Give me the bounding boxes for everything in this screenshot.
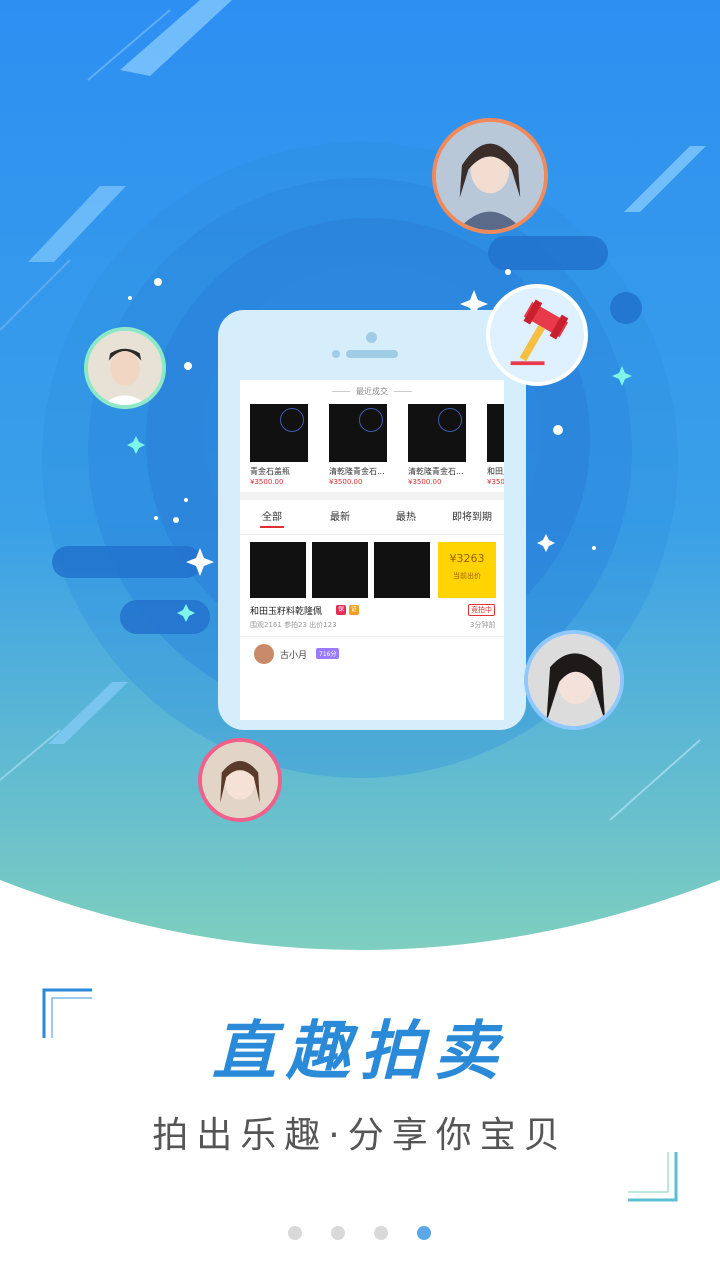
page-dot[interactable] (374, 1226, 388, 1240)
sold-stamp-icon (280, 408, 304, 432)
listing-image[interactable] (312, 542, 368, 598)
recent-deals-title: 最近成交 (240, 386, 504, 397)
tab-newest[interactable]: 最新 (330, 508, 350, 523)
tab-all[interactable]: 全部 (262, 508, 282, 523)
phone-screen: 最近成交 青金石盖瓶 ¥3500.00 清乾隆青金石... ¥3500.00 清… (240, 380, 504, 720)
phone-mockup: 最近成交 青金石盖瓶 ¥3500.00 清乾隆青金石... ¥3500.00 清… (218, 310, 526, 730)
current-bid-label: 当前出价 (453, 572, 481, 580)
current-bid-price: ¥3263 (449, 552, 485, 565)
phone-camera (366, 332, 377, 343)
recent-item-price: ¥3500 (487, 478, 504, 486)
current-bid-box[interactable]: ¥3263 当前出价 (438, 542, 496, 598)
phone-sensor (332, 350, 340, 358)
auction-status-badge: 竞拍中 (468, 604, 495, 616)
recent-item-price: ¥3500.00 (329, 478, 363, 486)
recent-item-price: ¥3500.00 (250, 478, 284, 486)
user-avatar (198, 738, 282, 822)
seller-name[interactable]: 古小月 (280, 648, 307, 661)
tab-hottest[interactable]: 最热 (396, 508, 416, 523)
tagline: 拍出乐趣·分享你宝贝 (152, 1115, 568, 1156)
user-avatar (432, 118, 548, 234)
listing-image[interactable] (250, 542, 306, 598)
recent-item-name: 和田玉 (487, 467, 504, 476)
row-separator (240, 636, 504, 637)
sold-stamp-icon (359, 408, 383, 432)
tab-separator (240, 534, 504, 535)
recent-item-image[interactable] (329, 404, 387, 462)
auction-gavel-icon (486, 284, 588, 386)
page-indicator (0, 1226, 720, 1240)
phone-speaker (346, 350, 398, 358)
headline: 直趣拍卖 (212, 1014, 508, 1089)
user-avatar (524, 630, 624, 730)
listing-title[interactable]: 和田玉籽料乾隆佩 (250, 604, 322, 617)
recent-item-image[interactable] (487, 404, 504, 462)
listing-stats: 围观2161 参拍23 出价123 (250, 621, 337, 629)
guarantee-badge: 保 (336, 605, 346, 615)
listing-image[interactable] (374, 542, 430, 598)
recent-item-image[interactable] (250, 404, 308, 462)
page-dot[interactable] (288, 1226, 302, 1240)
recent-item-price: ¥3500.00 (408, 478, 442, 486)
certified-badge: 证 (349, 605, 359, 615)
recent-item-image[interactable] (408, 404, 466, 462)
recent-item-name: 清乾隆青金石... (408, 467, 464, 476)
listing-time: 3分钟前 (470, 621, 496, 629)
sold-stamp-icon (438, 408, 462, 432)
tab-ending-soon[interactable]: 即将到期 (452, 508, 492, 523)
user-avatar (84, 327, 166, 409)
page-dot-active[interactable] (417, 1226, 431, 1240)
recent-item-name: 青金石盖瓶 (250, 467, 290, 476)
seller-level-badge: 716分 (316, 648, 340, 659)
corner-decoration (626, 1150, 678, 1206)
recent-item-name: 清乾隆青金石... (329, 467, 385, 476)
page-dot[interactable] (331, 1226, 345, 1240)
seller-avatar[interactable] (254, 644, 274, 664)
active-tab-indicator (260, 526, 284, 528)
section-divider (240, 492, 504, 500)
